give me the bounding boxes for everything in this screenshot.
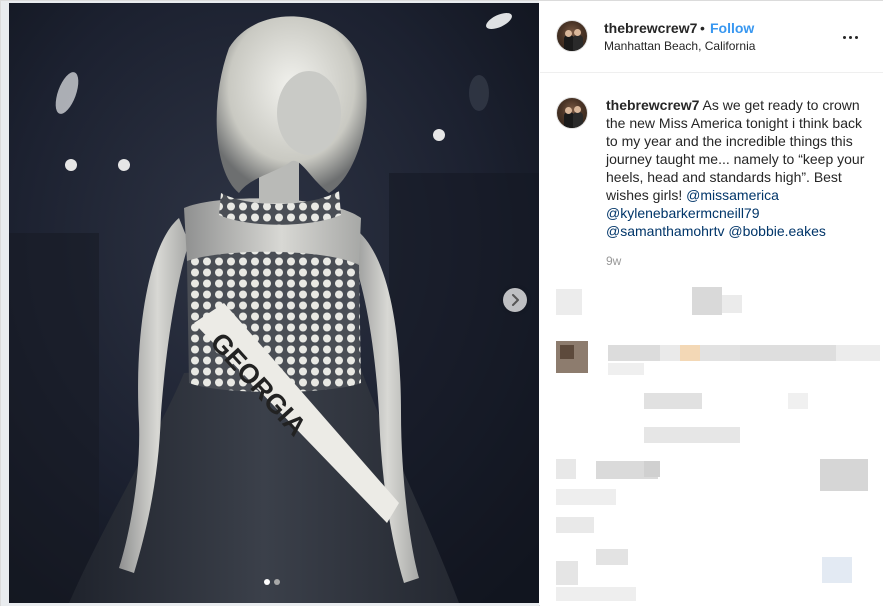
post-caption: thebrewcrew7 As we get ready to crown th… <box>606 96 868 240</box>
mention-link[interactable]: @kylenebarkermcneill79 <box>606 205 760 221</box>
post-side-panel: thebrewcrew7 • Follow Manhattan Beach, C… <box>540 1 883 606</box>
mention-link[interactable]: @bobbie.eakes <box>728 223 826 239</box>
pageant-photo-illustration: GEORGIA <box>9 3 539 603</box>
header-separator: • <box>700 20 705 36</box>
instagram-post: GEORGIA thebrewcrew7 • Follow Manhattan <box>0 0 883 606</box>
post-photo[interactable]: GEORGIA <box>9 3 539 603</box>
caption-username[interactable]: thebrewcrew7 <box>606 97 699 113</box>
carousel-dot-active <box>264 579 270 585</box>
header-username[interactable]: thebrewcrew7 <box>604 20 697 36</box>
post-header: thebrewcrew7 • Follow Manhattan Beach, C… <box>540 1 883 73</box>
chevron-right-icon <box>512 294 519 306</box>
location-link[interactable]: Manhattan Beach, California <box>604 39 755 53</box>
mention-link[interactable]: @missamerica <box>686 187 779 203</box>
more-options-icon[interactable] <box>840 27 860 47</box>
carousel-next-button[interactable] <box>503 288 527 312</box>
follow-button[interactable]: Follow <box>710 20 754 36</box>
caption-avatar[interactable] <box>556 97 588 129</box>
carousel-indicator <box>264 579 280 585</box>
post-media: GEORGIA <box>1 1 539 606</box>
carousel-dot <box>274 579 280 585</box>
avatar[interactable] <box>556 20 588 52</box>
post-timestamp[interactable]: 9w <box>606 254 621 268</box>
mention-link[interactable]: @samanthamohrtv <box>606 223 724 239</box>
obscured-comments <box>540 281 883 606</box>
